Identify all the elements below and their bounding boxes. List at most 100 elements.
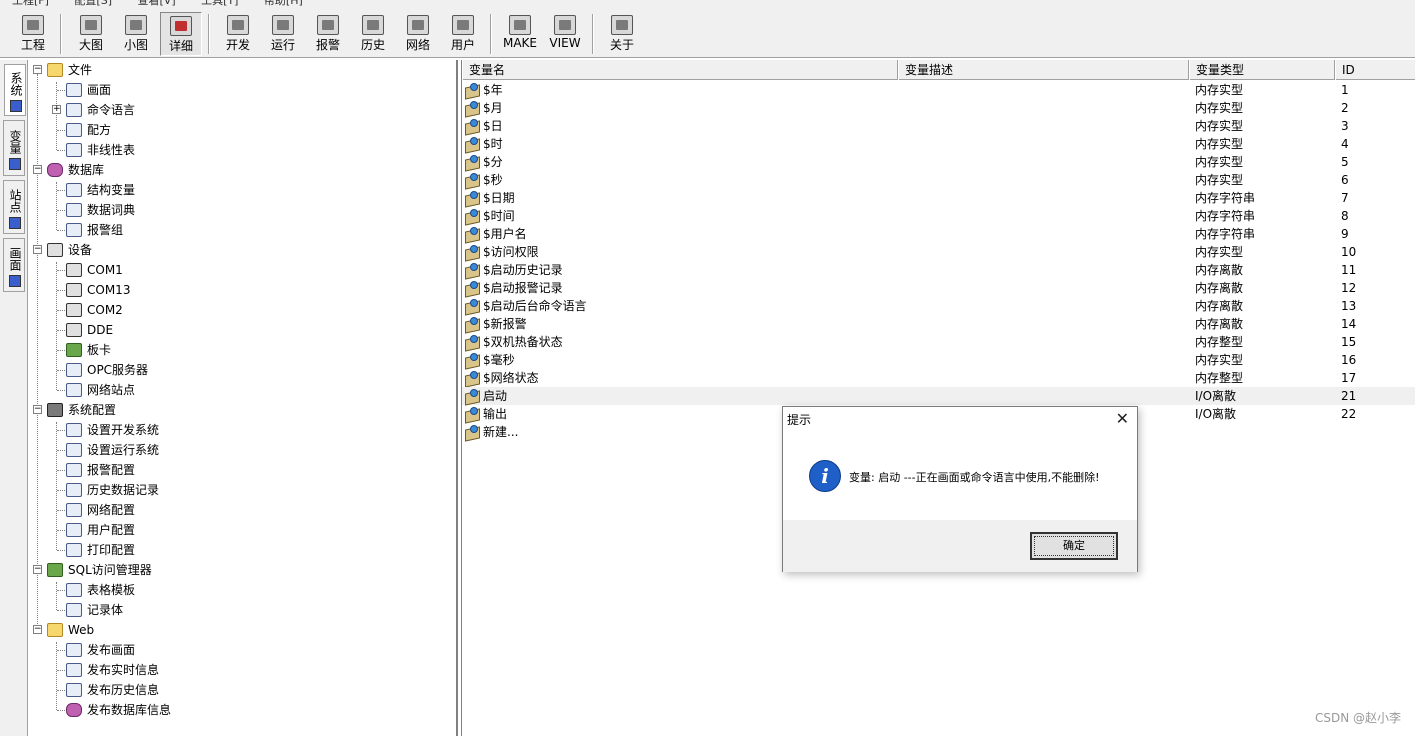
tree-node-struct-variables[interactable]: 结构变量 [28,180,456,200]
toolbar-make-button[interactable]: MAKE [499,12,541,56]
tree-node-print-config[interactable]: 打印配置 [28,540,456,560]
table-row[interactable]: $分 内存实型 5 [462,153,1415,171]
tree-node-alarm-group[interactable]: 报警组 [28,220,456,240]
tree-node-dev-settings[interactable]: 设置开发系统 [28,420,456,440]
tree-node-com2[interactable]: COM2 [28,300,456,320]
screen-icon [66,643,82,657]
collapse-toggle[interactable]: − [33,405,42,414]
toolbar-user-button[interactable]: 用户 [442,12,484,56]
tree-node-nonlinear-table[interactable]: 非线性表 [28,140,456,160]
serial-port-icon [66,283,82,297]
table-row[interactable]: $启动报警记录 内存离散 12 [462,279,1415,297]
table-row[interactable]: $时 内存实型 4 [462,135,1415,153]
table-row[interactable]: 启动 I/O离散 21 [462,387,1415,405]
tree-node-network-config[interactable]: 网络配置 [28,500,456,520]
toolbar-large-icons-button[interactable]: 大图 [70,12,112,56]
table-row[interactable]: $毫秒 内存实型 16 [462,351,1415,369]
menu-project[interactable]: 工程[F] [12,0,49,6]
table-row[interactable]: $月 内存实型 2 [462,99,1415,117]
table-row[interactable]: $访问权限 内存实型 10 [462,243,1415,261]
tree-node-alarm-config[interactable]: 报警配置 [28,460,456,480]
cell-name: $启动后台命令语言 [483,299,587,313]
tree-node-publish-realtime[interactable]: 发布实时信息 [28,660,456,680]
ok-button[interactable]: 确定 [1030,532,1118,560]
toolbar-about-button[interactable]: 关于 [601,12,643,56]
toolbar-view-button[interactable]: VIEW [544,12,586,56]
toolbar-alarm-button[interactable]: 报警 [307,12,349,56]
tree-node-sql-manager[interactable]: − SQL访问管理器 [28,560,456,580]
collapse-toggle[interactable]: − [33,65,42,74]
tree-node-table-template[interactable]: 表格模板 [28,580,456,600]
tree-node-web[interactable]: − Web [28,620,456,640]
tree-node-command-language[interactable]: + 命令语言 [28,100,456,120]
table-row[interactable]: $日 内存实型 3 [462,117,1415,135]
menu-help[interactable]: 帮助[H] [264,0,303,6]
toolbar-separator [592,14,594,54]
collapse-toggle[interactable]: − [33,625,42,634]
toolbar-history-button[interactable]: 历史 [352,12,394,56]
table-row[interactable]: $启动后台命令语言 内存离散 13 [462,297,1415,315]
toolbar-network-button[interactable]: 网络 [397,12,439,56]
small-icons-icon [125,15,147,35]
tree-node-devices[interactable]: − 设备 [28,240,456,260]
toolbar-develop-button[interactable]: 开发 [217,12,259,56]
tab-variables[interactable]: 变量 [3,120,25,176]
menu-view[interactable]: 查看[V] [138,0,176,6]
toolbar-small-icons-button[interactable]: 小图 [115,12,157,56]
tree-node-screens[interactable]: 画面 [28,80,456,100]
toolbar-separator [490,14,492,54]
collapse-toggle[interactable]: − [33,165,42,174]
tree-node-com13[interactable]: COM13 [28,280,456,300]
table-row[interactable]: $时间 内存字符串 8 [462,207,1415,225]
table-row[interactable]: $网络状态 内存整型 17 [462,369,1415,387]
tree-node-opc-server[interactable]: OPC服务器 [28,360,456,380]
tree-node-publish-screens[interactable]: 发布画面 [28,640,456,660]
tab-stations[interactable]: 站点 [3,180,25,234]
cell-type: 内存字符串 [1195,191,1256,205]
menu-tools[interactable]: 工具[T] [201,0,238,6]
cell-id: 2 [1341,101,1349,115]
tree-node-data-dictionary[interactable]: 数据词典 [28,200,456,220]
column-header-description[interactable]: 变量描述 [898,60,1189,80]
collapse-toggle[interactable]: − [33,565,42,574]
toolbar-details-button[interactable]: 详细 [160,12,202,56]
table-row[interactable]: $双机热备状态 内存整型 15 [462,333,1415,351]
tree-node-publish-history[interactable]: 发布历史信息 [28,680,456,700]
realtime-icon [66,663,82,677]
column-header-type[interactable]: 变量类型 [1189,60,1335,80]
table-row[interactable]: $秒 内存实型 6 [462,171,1415,189]
column-header-id[interactable]: ID [1335,60,1415,80]
tree-node-com1[interactable]: COM1 [28,260,456,280]
toolbar-run-button[interactable]: 运行 [262,12,304,56]
tab-screens[interactable]: 画面 [3,238,25,292]
table-row[interactable]: $用户名 内存字符串 9 [462,225,1415,243]
menu-config[interactable]: 配置[S] [74,0,112,6]
tree-node-runtime-settings[interactable]: 设置运行系统 [28,440,456,460]
tree-node-file[interactable]: − 文件 [28,60,456,80]
tree-node-database[interactable]: − 数据库 [28,160,456,180]
cell-id: 3 [1341,119,1349,133]
tree-node-recipe[interactable]: 配方 [28,120,456,140]
expand-toggle[interactable]: + [52,105,61,114]
variable-icon [465,83,480,97]
toolbar-project-button[interactable]: 工程 [12,12,54,56]
table-row[interactable]: $新报警 内存离散 14 [462,315,1415,333]
tree-node-dde[interactable]: DDE [28,320,456,340]
table-row[interactable]: $启动历史记录 内存离散 11 [462,261,1415,279]
user-key-icon [452,15,474,35]
cell-name: $月 [483,101,503,115]
tree-node-record-body[interactable]: 记录体 [28,600,456,620]
tree-node-network-station[interactable]: 网络站点 [28,380,456,400]
table-row[interactable]: $日期 内存字符串 7 [462,189,1415,207]
printer-icon [66,543,82,557]
tree-node-user-config[interactable]: 用户配置 [28,520,456,540]
tree-node-board[interactable]: 板卡 [28,340,456,360]
tab-system[interactable]: 系统 [4,64,26,116]
close-icon[interactable]: ✕ [1116,409,1129,428]
table-row[interactable]: $年 内存实型 1 [462,81,1415,99]
tree-node-system-config[interactable]: − 系统配置 [28,400,456,420]
column-header-name[interactable]: 变量名 [462,60,898,80]
tree-node-history-logging[interactable]: 历史数据记录 [28,480,456,500]
tree-node-publish-database[interactable]: 发布数据库信息 [28,700,456,720]
collapse-toggle[interactable]: − [33,245,42,254]
